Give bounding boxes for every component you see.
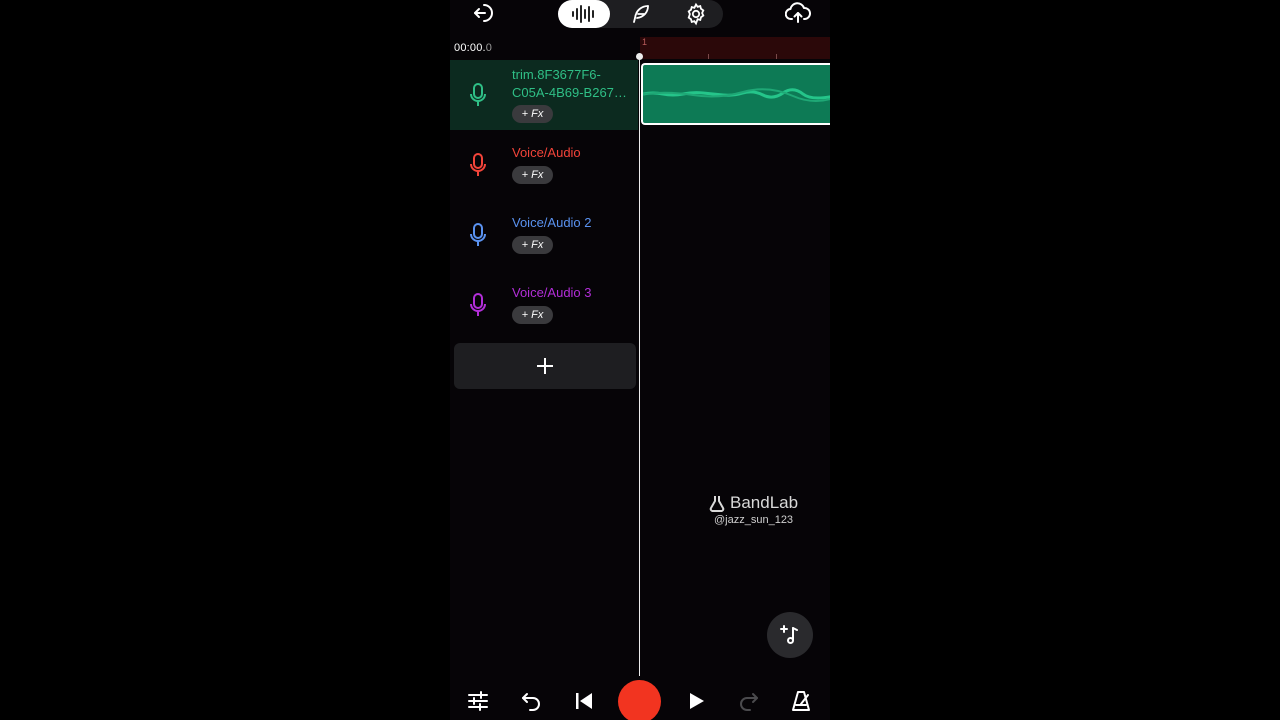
gear-icon bbox=[687, 2, 705, 26]
playhead[interactable] bbox=[639, 56, 640, 676]
track-row[interactable]: Voice/Audio 2 + Fx bbox=[450, 200, 638, 270]
bar-number: 1 bbox=[642, 37, 648, 47]
play-icon[interactable] bbox=[681, 686, 711, 716]
exit-icon[interactable] bbox=[464, 0, 500, 26]
ruler-tick bbox=[708, 54, 709, 59]
track-row[interactable]: Voice/Audio + Fx bbox=[450, 130, 638, 200]
skip-to-start-icon[interactable] bbox=[569, 686, 599, 716]
track-name: Voice/Audio 2 bbox=[512, 215, 592, 230]
tab-settings[interactable] bbox=[676, 0, 716, 28]
microphone-icon bbox=[470, 223, 486, 246]
redo-icon[interactable] bbox=[734, 686, 764, 716]
track-name: trim.8F3677F6-C05A-4B69-B267… bbox=[512, 67, 627, 100]
time-main: 00:00. bbox=[454, 42, 486, 54]
time-ms: 0 bbox=[485, 42, 493, 54]
daw-app: 00:00.0 1 trim.8F3677F6-C05A-4B69-B267… … bbox=[450, 0, 830, 720]
clip-waveform bbox=[642, 88, 830, 102]
microphone-icon bbox=[470, 83, 486, 106]
track-name: Voice/Audio bbox=[512, 145, 581, 160]
timeline-ruler[interactable]: 1 bbox=[640, 37, 830, 59]
undo-icon[interactable] bbox=[516, 686, 546, 716]
metronome-icon[interactable] bbox=[786, 686, 816, 716]
fx-button[interactable]: + Fx bbox=[512, 166, 553, 184]
tab-tracks[interactable] bbox=[558, 0, 610, 28]
brand-name: BandLab bbox=[730, 493, 799, 512]
mixer-sliders-icon[interactable] bbox=[463, 686, 493, 716]
track-row[interactable]: trim.8F3677F6-C05A-4B69-B267… + Fx bbox=[450, 60, 638, 130]
add-track-button[interactable] bbox=[454, 343, 636, 389]
ruler-tick bbox=[776, 54, 777, 59]
track-name: Voice/Audio 3 bbox=[512, 285, 592, 300]
time-readout: 00:00.0 bbox=[454, 42, 492, 54]
bandlab-logo-icon bbox=[709, 496, 725, 512]
audio-clip[interactable] bbox=[641, 63, 830, 125]
microphone-icon bbox=[470, 293, 486, 316]
track-row[interactable]: Voice/Audio 3 + Fx bbox=[450, 270, 638, 340]
record-button[interactable] bbox=[618, 680, 661, 720]
add-sound-button[interactable] bbox=[767, 612, 813, 658]
view-switcher bbox=[558, 0, 723, 28]
waveform-icon bbox=[572, 5, 594, 23]
music-note-plus-icon bbox=[780, 625, 798, 644]
bandlab-watermark: BandLab bbox=[708, 493, 808, 513]
feather-icon bbox=[633, 5, 649, 23]
plus-icon bbox=[537, 358, 553, 374]
fx-button[interactable]: + Fx bbox=[512, 236, 553, 254]
cloud-upload-icon[interactable] bbox=[780, 0, 816, 26]
tab-lyrics[interactable] bbox=[620, 0, 660, 28]
microphone-icon bbox=[470, 153, 486, 176]
user-handle: @jazz_sun_123 bbox=[714, 514, 794, 526]
fx-button[interactable]: + Fx bbox=[512, 105, 553, 123]
fx-button[interactable]: + Fx bbox=[512, 306, 553, 324]
